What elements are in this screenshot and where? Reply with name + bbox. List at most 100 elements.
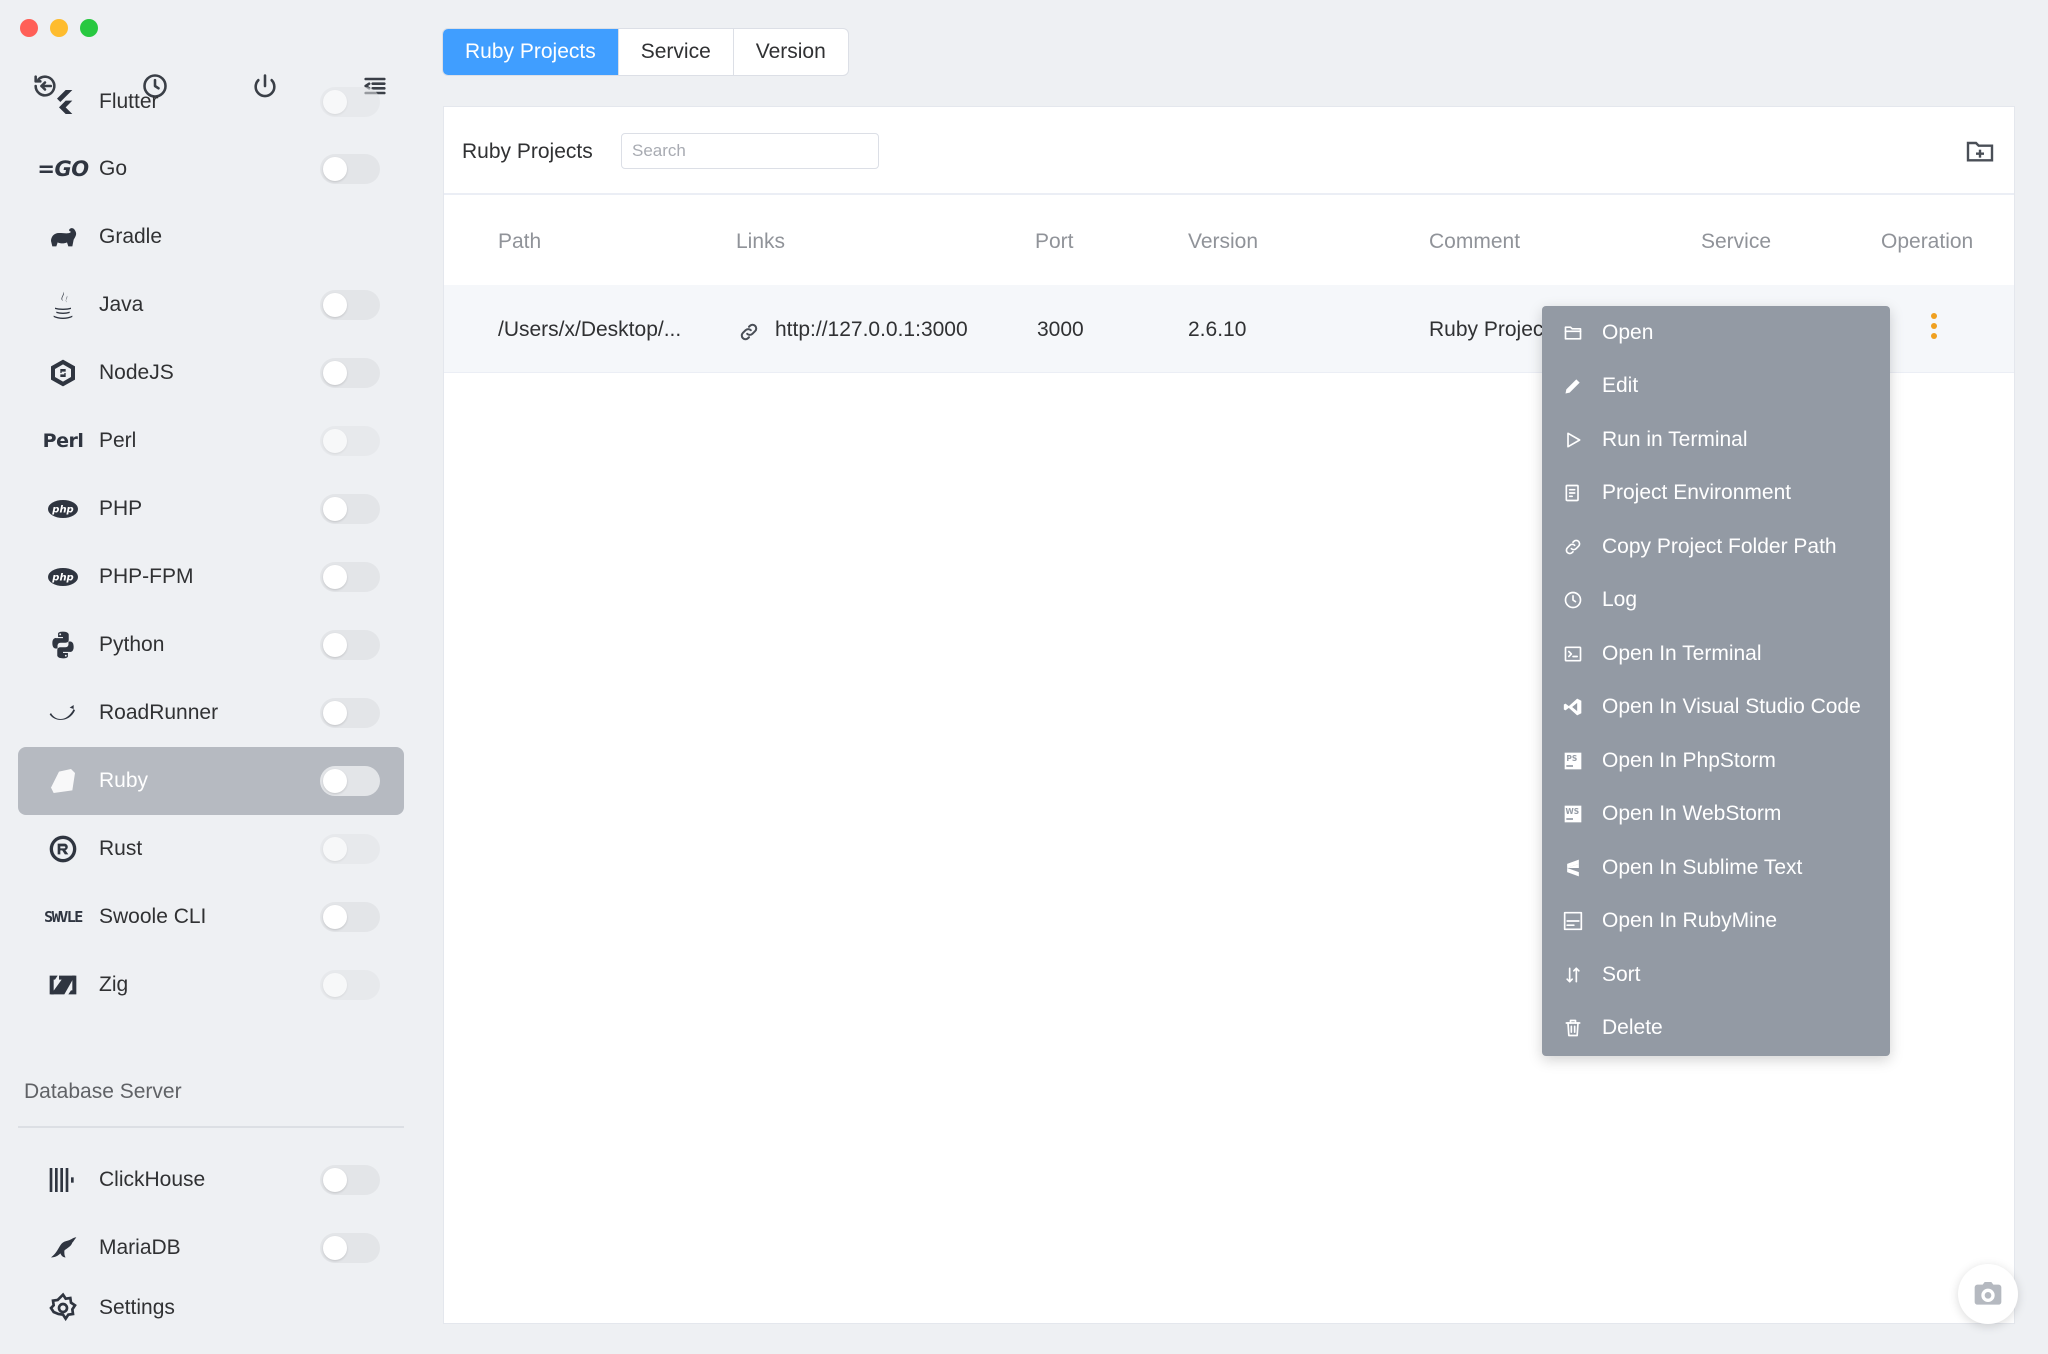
sidebar-item-php-fpm[interactable]: php PHP-FPM bbox=[18, 543, 404, 611]
column-operation[interactable]: Operation bbox=[1881, 230, 1973, 254]
sidebar-item-label: Java bbox=[99, 293, 144, 316]
sidebar-item-label: Rust bbox=[99, 837, 143, 860]
menu-item-label: Open In Visual Studio Code bbox=[1602, 695, 1861, 719]
menu-item-copy-path[interactable]: Copy Project Folder Path bbox=[1542, 520, 1890, 574]
python-toggle[interactable] bbox=[320, 630, 380, 660]
search-input[interactable] bbox=[621, 133, 879, 169]
zig-icon bbox=[49, 975, 77, 995]
menu-item-open-in-vscode[interactable]: Open In Visual Studio Code bbox=[1542, 681, 1890, 735]
tab-service[interactable]: Service bbox=[619, 29, 734, 75]
operation-menu-button[interactable] bbox=[1926, 313, 1942, 345]
php-icon: php bbox=[48, 500, 78, 518]
trash-icon bbox=[1565, 1019, 1581, 1037]
nodejs-toggle[interactable] bbox=[320, 358, 380, 388]
sidebar-item-swoole-cli[interactable]: SWVLE Swoole CLI bbox=[18, 883, 404, 951]
sidebar-item-rust[interactable]: Rust bbox=[18, 815, 404, 883]
menu-item-open-in-webstorm[interactable]: WS Open In WebStorm bbox=[1542, 788, 1890, 842]
menu-item-run-in-terminal[interactable]: Run in Terminal bbox=[1542, 413, 1890, 467]
column-service[interactable]: Service bbox=[1701, 230, 1771, 254]
flutter-icon bbox=[57, 90, 73, 114]
menu-item-open-in-phpstorm[interactable]: PS Open In PhpStorm bbox=[1542, 734, 1890, 788]
ruby-toggle[interactable] bbox=[320, 766, 380, 796]
main-tabs: Ruby Projects Service Version bbox=[442, 28, 849, 76]
rust-toggle[interactable] bbox=[320, 834, 380, 864]
table-header: Path Links Port Version Comment Service … bbox=[444, 197, 2014, 285]
java-icon bbox=[53, 291, 73, 319]
menu-item-open-in-sublime[interactable]: Open In Sublime Text bbox=[1542, 841, 1890, 895]
clickhouse-toggle[interactable] bbox=[320, 1165, 380, 1195]
cell-link[interactable]: http://127.0.0.1:3000 bbox=[775, 318, 968, 342]
column-path[interactable]: Path bbox=[498, 230, 541, 254]
roadrunner-toggle[interactable] bbox=[320, 698, 380, 728]
more-dot-icon bbox=[1931, 313, 1937, 319]
sidebar-item-nodejs[interactable]: NodeJS bbox=[18, 339, 404, 407]
menu-item-sort[interactable]: Sort bbox=[1542, 948, 1890, 1002]
sidebar-item-label: Zig bbox=[99, 973, 129, 996]
menu-item-label: Log bbox=[1602, 588, 1638, 612]
gradle-icon bbox=[51, 228, 77, 247]
sidebar-item-label: Perl bbox=[99, 429, 137, 452]
sidebar-item-perl[interactable]: Perl Perl bbox=[18, 407, 404, 475]
swoole-icon: SWVLE bbox=[44, 908, 83, 926]
env-icon bbox=[1565, 484, 1579, 502]
sidebar-item-flutter[interactable]: Flutter bbox=[18, 68, 404, 136]
panel-header: Ruby Projects bbox=[444, 107, 2014, 195]
copy-link-icon bbox=[1565, 539, 1581, 555]
flutter-toggle[interactable] bbox=[320, 87, 380, 117]
tab-version[interactable]: Version bbox=[734, 29, 848, 75]
sidebar-item-label: Gradle bbox=[99, 225, 163, 248]
sidebar-item-zig[interactable]: Zig bbox=[18, 951, 404, 1019]
tab-ruby-projects[interactable]: Ruby Projects bbox=[443, 29, 619, 75]
go-toggle[interactable] bbox=[320, 154, 380, 184]
menu-item-log[interactable]: Log bbox=[1542, 574, 1890, 628]
php-toggle[interactable] bbox=[320, 494, 380, 524]
svg-text:PS: PS bbox=[1566, 754, 1577, 763]
settings-label: Settings bbox=[99, 1296, 175, 1319]
sidebar-item-ruby[interactable]: Ruby bbox=[18, 747, 404, 815]
column-version[interactable]: Version bbox=[1188, 230, 1258, 254]
svg-text:WS: WS bbox=[1566, 807, 1580, 816]
gear-icon bbox=[49, 1292, 77, 1322]
mariadb-toggle[interactable] bbox=[320, 1233, 380, 1263]
java-toggle[interactable] bbox=[320, 290, 380, 320]
menu-item-project-environment[interactable]: Project Environment bbox=[1542, 467, 1890, 521]
clock-icon bbox=[1564, 591, 1582, 609]
svg-text:php: php bbox=[51, 573, 73, 584]
sidebar-item-java[interactable]: Java bbox=[18, 271, 404, 339]
menu-item-edit[interactable]: Edit bbox=[1542, 360, 1890, 414]
menu-item-open-in-rubymine[interactable]: Open In RubyMine bbox=[1542, 895, 1890, 949]
php-fpm-toggle[interactable] bbox=[320, 562, 380, 592]
zig-toggle[interactable] bbox=[320, 970, 380, 1000]
sidebar-item-label: PHP bbox=[99, 497, 143, 520]
sidebar-item-python[interactable]: Python bbox=[18, 611, 404, 679]
menu-item-label: Run in Terminal bbox=[1602, 427, 1748, 451]
menu-item-open-in-terminal[interactable]: Open In Terminal bbox=[1542, 627, 1890, 681]
sidebar-item-gradle[interactable]: Gradle bbox=[18, 203, 404, 271]
folder-add-icon bbox=[1966, 141, 1994, 162]
menu-item-open[interactable]: Open bbox=[1542, 306, 1890, 360]
sidebar-item-mariadb[interactable]: MariaDB bbox=[18, 1214, 404, 1282]
add-project-button[interactable] bbox=[1964, 135, 1996, 167]
screenshot-button[interactable] bbox=[1958, 1264, 2018, 1324]
more-dot-icon bbox=[1931, 323, 1937, 329]
column-links[interactable]: Links bbox=[736, 230, 785, 254]
menu-item-label: Sort bbox=[1602, 962, 1641, 986]
sidebar-item-settings[interactable]: Settings bbox=[18, 1274, 404, 1342]
phpstorm-icon: PS bbox=[1564, 752, 1582, 770]
cell-version: 2.6.10 bbox=[1188, 318, 1247, 341]
perl-toggle[interactable] bbox=[320, 426, 380, 456]
sidebar-item-label: ClickHouse bbox=[99, 1168, 206, 1191]
menu-item-delete[interactable]: Delete bbox=[1542, 1002, 1890, 1056]
play-icon bbox=[1567, 432, 1581, 448]
column-port[interactable]: Port bbox=[1035, 230, 1074, 254]
sidebar-item-clickhouse[interactable]: ClickHouse bbox=[18, 1146, 404, 1214]
camera-icon bbox=[1974, 1282, 2002, 1305]
sidebar-item-go[interactable]: =GO Go bbox=[18, 135, 404, 203]
swoole-cli-toggle[interactable] bbox=[320, 902, 380, 932]
sidebar-item-php[interactable]: php PHP bbox=[18, 475, 404, 543]
sublime-icon bbox=[1567, 859, 1579, 877]
sidebar-item-label: Ruby bbox=[99, 769, 149, 792]
sidebar-item-roadrunner[interactable]: RoadRunner bbox=[18, 679, 404, 747]
panel-title: Ruby Projects bbox=[462, 140, 593, 163]
column-comment[interactable]: Comment bbox=[1429, 230, 1520, 254]
